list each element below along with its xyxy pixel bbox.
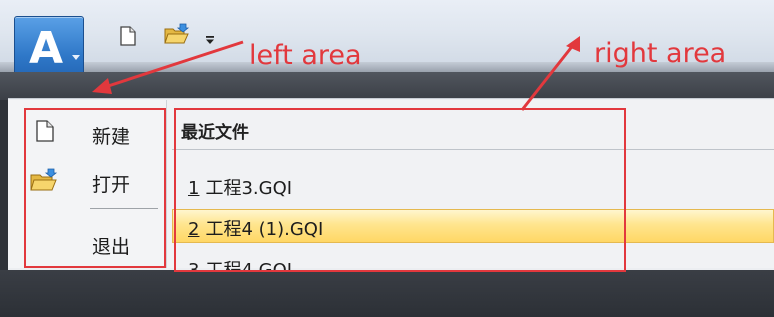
left-arrow-line bbox=[101, 40, 244, 90]
left-area-label: left area bbox=[249, 40, 362, 71]
right-area-label: right area bbox=[594, 38, 727, 69]
right-arrow-line bbox=[520, 43, 576, 111]
left-arrow-head bbox=[92, 78, 112, 94]
